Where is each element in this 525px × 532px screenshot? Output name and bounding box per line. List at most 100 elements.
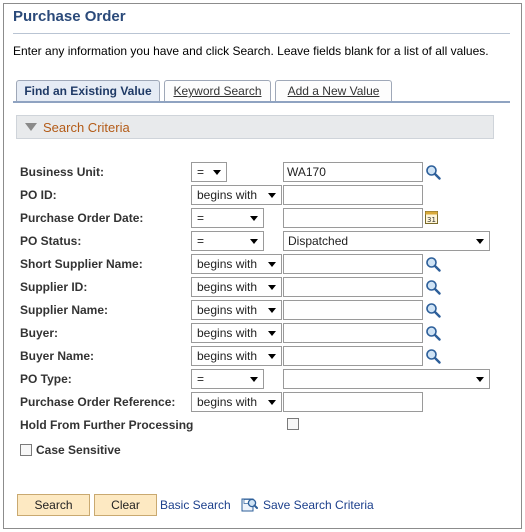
operator-value: begins with — [197, 188, 258, 202]
row-po-id: PO ID: begins with — [0, 185, 525, 207]
search-criteria-header[interactable]: Search Criteria — [16, 115, 494, 139]
lookup-magnifier-icon[interactable] — [425, 164, 441, 180]
dropdown-arrow-icon — [213, 170, 221, 175]
po-id-operator-select[interactable]: begins with — [191, 185, 282, 205]
calendar-icon[interactable]: 31 — [425, 210, 438, 224]
dropdown-arrow-icon — [268, 262, 276, 267]
lookup-magnifier-icon[interactable] — [425, 279, 441, 295]
row-short-supplier-name: Short Supplier Name: begins with — [0, 254, 525, 276]
lookup-magnifier-icon[interactable] — [425, 348, 441, 364]
operator-value: = — [197, 372, 205, 386]
po-status-select[interactable]: Dispatched — [283, 231, 490, 251]
supplier-name-label: Supplier Name: — [20, 303, 109, 317]
dropdown-arrow-icon — [268, 354, 276, 359]
case-sensitive-label: Case Sensitive — [36, 443, 121, 457]
row-buyer: Buyer: begins with — [0, 323, 525, 345]
supplier-name-operator-select[interactable]: begins with — [191, 300, 282, 320]
row-po-reference: Purchase Order Reference: begins with — [0, 392, 525, 414]
operator-value: begins with — [197, 349, 258, 363]
short-supplier-name-operator-select[interactable]: begins with — [191, 254, 282, 274]
po-type-label: PO Type: — [20, 372, 72, 386]
dropdown-arrow-icon — [268, 308, 276, 313]
lookup-magnifier-icon[interactable] — [425, 256, 441, 272]
instructions-text: Enter any information you have and click… — [13, 44, 489, 58]
po-status-operator-select[interactable]: = — [191, 231, 264, 251]
operator-value: begins with — [197, 326, 258, 340]
dropdown-arrow-icon — [250, 377, 258, 382]
save-search-criteria-link[interactable]: Save Search Criteria — [263, 498, 374, 512]
case-sensitive-checkbox[interactable] — [20, 444, 32, 456]
po-date-label: Purchase Order Date: — [20, 211, 144, 225]
supplier-name-input[interactable] — [283, 300, 423, 320]
buyer-name-label: Buyer Name: — [20, 349, 95, 363]
tab-label: Keyword Search — [173, 84, 262, 98]
po-id-input[interactable] — [283, 185, 423, 205]
buyer-label: Buyer: — [20, 326, 59, 340]
po-type-select[interactable] — [283, 369, 490, 389]
page-title: Purchase Order — [13, 8, 126, 25]
buyer-name-operator-select[interactable]: begins with — [191, 346, 282, 366]
buyer-operator-select[interactable]: begins with — [191, 323, 282, 343]
operator-value: begins with — [197, 303, 258, 317]
operator-value: begins with — [197, 257, 258, 271]
business-unit-label: Business Unit: — [20, 165, 105, 179]
hold-processing-label: Hold From Further Processing — [20, 418, 194, 432]
dropdown-arrow-icon — [476, 239, 484, 244]
row-supplier-id: Supplier ID: begins with — [0, 277, 525, 299]
row-supplier-name: Supplier Name: begins with — [0, 300, 525, 322]
row-business-unit: Business Unit: = WA170 — [0, 162, 525, 184]
operator-value: = — [197, 234, 205, 248]
collapse-triangle-icon[interactable] — [25, 123, 37, 131]
operator-value: begins with — [197, 280, 258, 294]
search-button[interactable]: Search — [17, 494, 90, 516]
basic-search-link[interactable]: Basic Search — [160, 498, 231, 512]
dropdown-arrow-icon — [268, 331, 276, 336]
dropdown-arrow-icon — [476, 377, 484, 382]
po-status-label: PO Status: — [20, 234, 82, 248]
buyer-input[interactable] — [283, 323, 423, 343]
lookup-magnifier-icon[interactable] — [425, 325, 441, 341]
dropdown-arrow-icon — [268, 285, 276, 290]
po-reference-input[interactable] — [283, 392, 423, 412]
po-id-label: PO ID: — [20, 188, 57, 202]
business-unit-input[interactable]: WA170 — [283, 162, 423, 182]
supplier-id-input[interactable] — [283, 277, 423, 297]
tab-add-new-value[interactable]: Add a New Value — [275, 80, 392, 102]
operator-value: begins with — [197, 395, 258, 409]
tabs-divider — [13, 101, 510, 103]
save-search-icon[interactable] — [241, 496, 258, 513]
po-status-value: Dispatched — [288, 234, 349, 248]
row-buyer-name: Buyer Name: begins with — [0, 346, 525, 368]
dropdown-arrow-icon — [268, 193, 276, 198]
po-date-operator-select[interactable]: = — [191, 208, 264, 228]
dropdown-arrow-icon — [250, 216, 258, 221]
short-supplier-name-input[interactable] — [283, 254, 423, 274]
po-reference-operator-select[interactable]: begins with — [191, 392, 282, 412]
row-po-status: PO Status: = Dispatched — [0, 231, 525, 253]
clear-button[interactable]: Clear — [94, 494, 157, 516]
operator-value: = — [197, 165, 205, 179]
search-criteria-label: Search Criteria — [43, 120, 130, 135]
tab-label: Add a New Value — [287, 84, 380, 98]
po-date-input[interactable] — [283, 208, 423, 228]
short-supplier-name-label: Short Supplier Name: — [20, 257, 143, 271]
title-divider — [13, 33, 510, 34]
hold-processing-checkbox[interactable] — [287, 418, 299, 430]
dropdown-arrow-icon — [268, 400, 276, 405]
row-po-type: PO Type: = — [0, 369, 525, 391]
buyer-name-input[interactable] — [283, 346, 423, 366]
svg-text:31: 31 — [427, 216, 436, 224]
row-po-date: Purchase Order Date: = 31 — [0, 208, 525, 230]
supplier-id-operator-select[interactable]: begins with — [191, 277, 282, 297]
tab-keyword-search[interactable]: Keyword Search — [164, 80, 271, 102]
business-unit-operator-select[interactable]: = — [191, 162, 227, 182]
po-reference-label: Purchase Order Reference: — [20, 395, 176, 409]
lookup-magnifier-icon[interactable] — [425, 302, 441, 318]
po-type-operator-select[interactable]: = — [191, 369, 264, 389]
supplier-id-label: Supplier ID: — [20, 280, 88, 294]
row-hold-processing: Hold From Further Processing — [0, 415, 525, 437]
tab-find-existing-value[interactable]: Find an Existing Value — [16, 80, 160, 102]
dropdown-arrow-icon — [250, 239, 258, 244]
operator-value: = — [197, 211, 205, 225]
tab-label: Find an Existing Value — [24, 84, 152, 98]
